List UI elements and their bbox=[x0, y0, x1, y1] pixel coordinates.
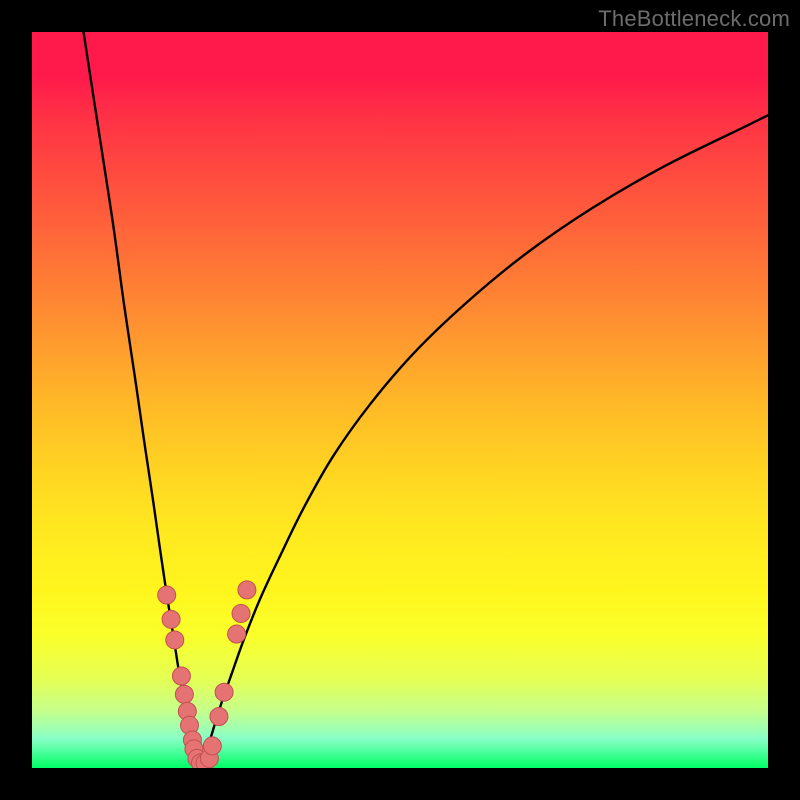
bottleneck-curve bbox=[84, 32, 768, 768]
highlight-dot bbox=[238, 581, 256, 599]
highlight-dot bbox=[215, 683, 233, 701]
plot-area bbox=[32, 32, 768, 768]
highlight-dot bbox=[158, 586, 176, 604]
highlight-dot bbox=[172, 667, 190, 685]
highlight-dot bbox=[232, 604, 250, 622]
highlight-dot bbox=[175, 685, 193, 703]
watermark-text: TheBottleneck.com bbox=[598, 6, 790, 32]
highlight-dots bbox=[158, 581, 256, 768]
curve-layer bbox=[32, 32, 768, 768]
curve-left-branch bbox=[84, 32, 202, 768]
highlight-dot bbox=[162, 610, 180, 628]
highlight-dot bbox=[210, 707, 228, 725]
highlight-dot bbox=[166, 631, 184, 649]
chart-frame: TheBottleneck.com bbox=[0, 0, 800, 800]
curve-right-branch bbox=[201, 115, 768, 768]
highlight-dot bbox=[228, 625, 246, 643]
highlight-dot bbox=[203, 737, 221, 755]
